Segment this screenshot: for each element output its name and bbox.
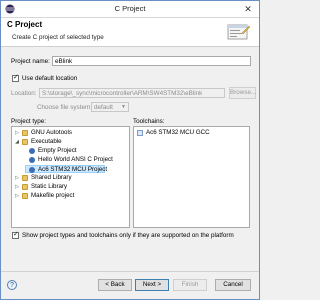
- folder-icon: [22, 139, 28, 145]
- show-supported-label: Show project types and toolchains only i…: [22, 232, 234, 239]
- bullet-icon: [29, 157, 35, 163]
- window-title: C Project: [114, 4, 146, 13]
- browse-button[interactable]: Browse...: [229, 87, 256, 99]
- tree-item-label: Makefile project: [31, 192, 75, 199]
- tree-item-label: Ac6 STM32 MCU Project: [38, 166, 108, 173]
- tree-item-empty-project[interactable]: Empty Project: [14, 147, 127, 155]
- project-type-tree[interactable]: ▷ GNU Autotools ◢ Executable Empty Proje…: [11, 126, 130, 228]
- close-icon[interactable]: ✕: [240, 3, 256, 15]
- file-system-value: default: [94, 104, 113, 111]
- tree-item-label: GNU Autotools: [31, 129, 72, 136]
- next-button[interactable]: Next >: [135, 279, 169, 291]
- title-bar: C Project ✕: [1, 1, 259, 18]
- use-default-location-label: Use default location: [22, 75, 78, 82]
- use-default-location-checkbox[interactable]: ✓: [12, 74, 19, 82]
- checkmark-icon: ✓: [13, 231, 19, 238]
- file-system-select[interactable]: default ▼: [91, 102, 129, 112]
- checkmark-icon: ✓: [13, 74, 19, 81]
- location-label: Location:: [11, 90, 37, 97]
- tree-item-hello-world[interactable]: Hello World ANSI C Project: [14, 156, 127, 164]
- tree-item-label: Static Library: [31, 183, 68, 190]
- tree-item-label: Hello World ANSI C Project: [38, 156, 113, 163]
- chevron-down-icon: ▼: [121, 104, 126, 110]
- folder-icon: [22, 184, 28, 190]
- location-input[interactable]: S:\storage\_sync\microcontroller\ARM\SW4…: [39, 88, 225, 98]
- tree-item-label: Shared Library: [31, 174, 72, 181]
- folder-icon: [22, 193, 28, 199]
- toolchains-label: Toolchains:: [133, 118, 165, 125]
- tree-item-gnu-autotools[interactable]: ▷ GNU Autotools: [14, 129, 127, 137]
- tree-item-ac6-stm32-mcu-project[interactable]: Ac6 STM32 MCU Project: [25, 165, 108, 173]
- folder-icon: [22, 175, 28, 181]
- project-name-label: Project name:: [11, 58, 50, 65]
- expand-icon[interactable]: ▷: [14, 174, 20, 182]
- expand-icon[interactable]: ▷: [14, 192, 20, 200]
- folder-icon: [22, 130, 28, 136]
- banner-description: Create C project of selected type: [12, 34, 104, 41]
- show-supported-checkbox[interactable]: ✓: [12, 231, 19, 239]
- footer-divider: [1, 271, 259, 272]
- dialog-window: C Project ✕ C Project Create C project o…: [0, 0, 260, 300]
- collapse-icon[interactable]: ◢: [14, 138, 20, 146]
- wizard-banner: C Project Create C project of selected t…: [1, 18, 259, 47]
- toolchain-item-ac6-stm32-mcu-gcc[interactable]: Ac6 STM32 MCU GCC: [136, 129, 247, 137]
- cancel-button[interactable]: Cancel: [215, 279, 251, 291]
- project-name-input[interactable]: eBlink: [52, 56, 251, 66]
- expand-icon[interactable]: ▷: [14, 129, 20, 137]
- bullet-icon: [29, 167, 35, 173]
- toolchains-list[interactable]: Ac6 STM32 MCU GCC: [133, 126, 250, 228]
- back-button[interactable]: < Back: [98, 279, 132, 291]
- help-button[interactable]: ?: [7, 280, 17, 290]
- new-project-wizard-icon: [227, 24, 251, 40]
- bullet-icon: [29, 148, 35, 154]
- tree-item-shared-library[interactable]: ▷ Shared Library: [14, 174, 127, 182]
- tree-item-static-library[interactable]: ▷ Static Library: [14, 183, 127, 191]
- toolchain-item-label: Ac6 STM32 MCU GCC: [146, 129, 210, 136]
- finish-button[interactable]: Finish: [173, 279, 207, 291]
- toolchain-icon: [137, 130, 143, 136]
- expand-icon[interactable]: ▷: [14, 183, 20, 191]
- project-type-label: Project type:: [11, 118, 46, 125]
- tree-item-label: Empty Project: [38, 147, 77, 154]
- tree-item-executable[interactable]: ◢ Executable: [14, 138, 127, 146]
- choose-file-system-label: Choose file system:: [37, 104, 92, 111]
- banner-title: C Project: [7, 20, 43, 29]
- tree-item-label: Executable: [31, 138, 62, 145]
- tree-item-makefile-project[interactable]: ▷ Makefile project: [14, 192, 127, 200]
